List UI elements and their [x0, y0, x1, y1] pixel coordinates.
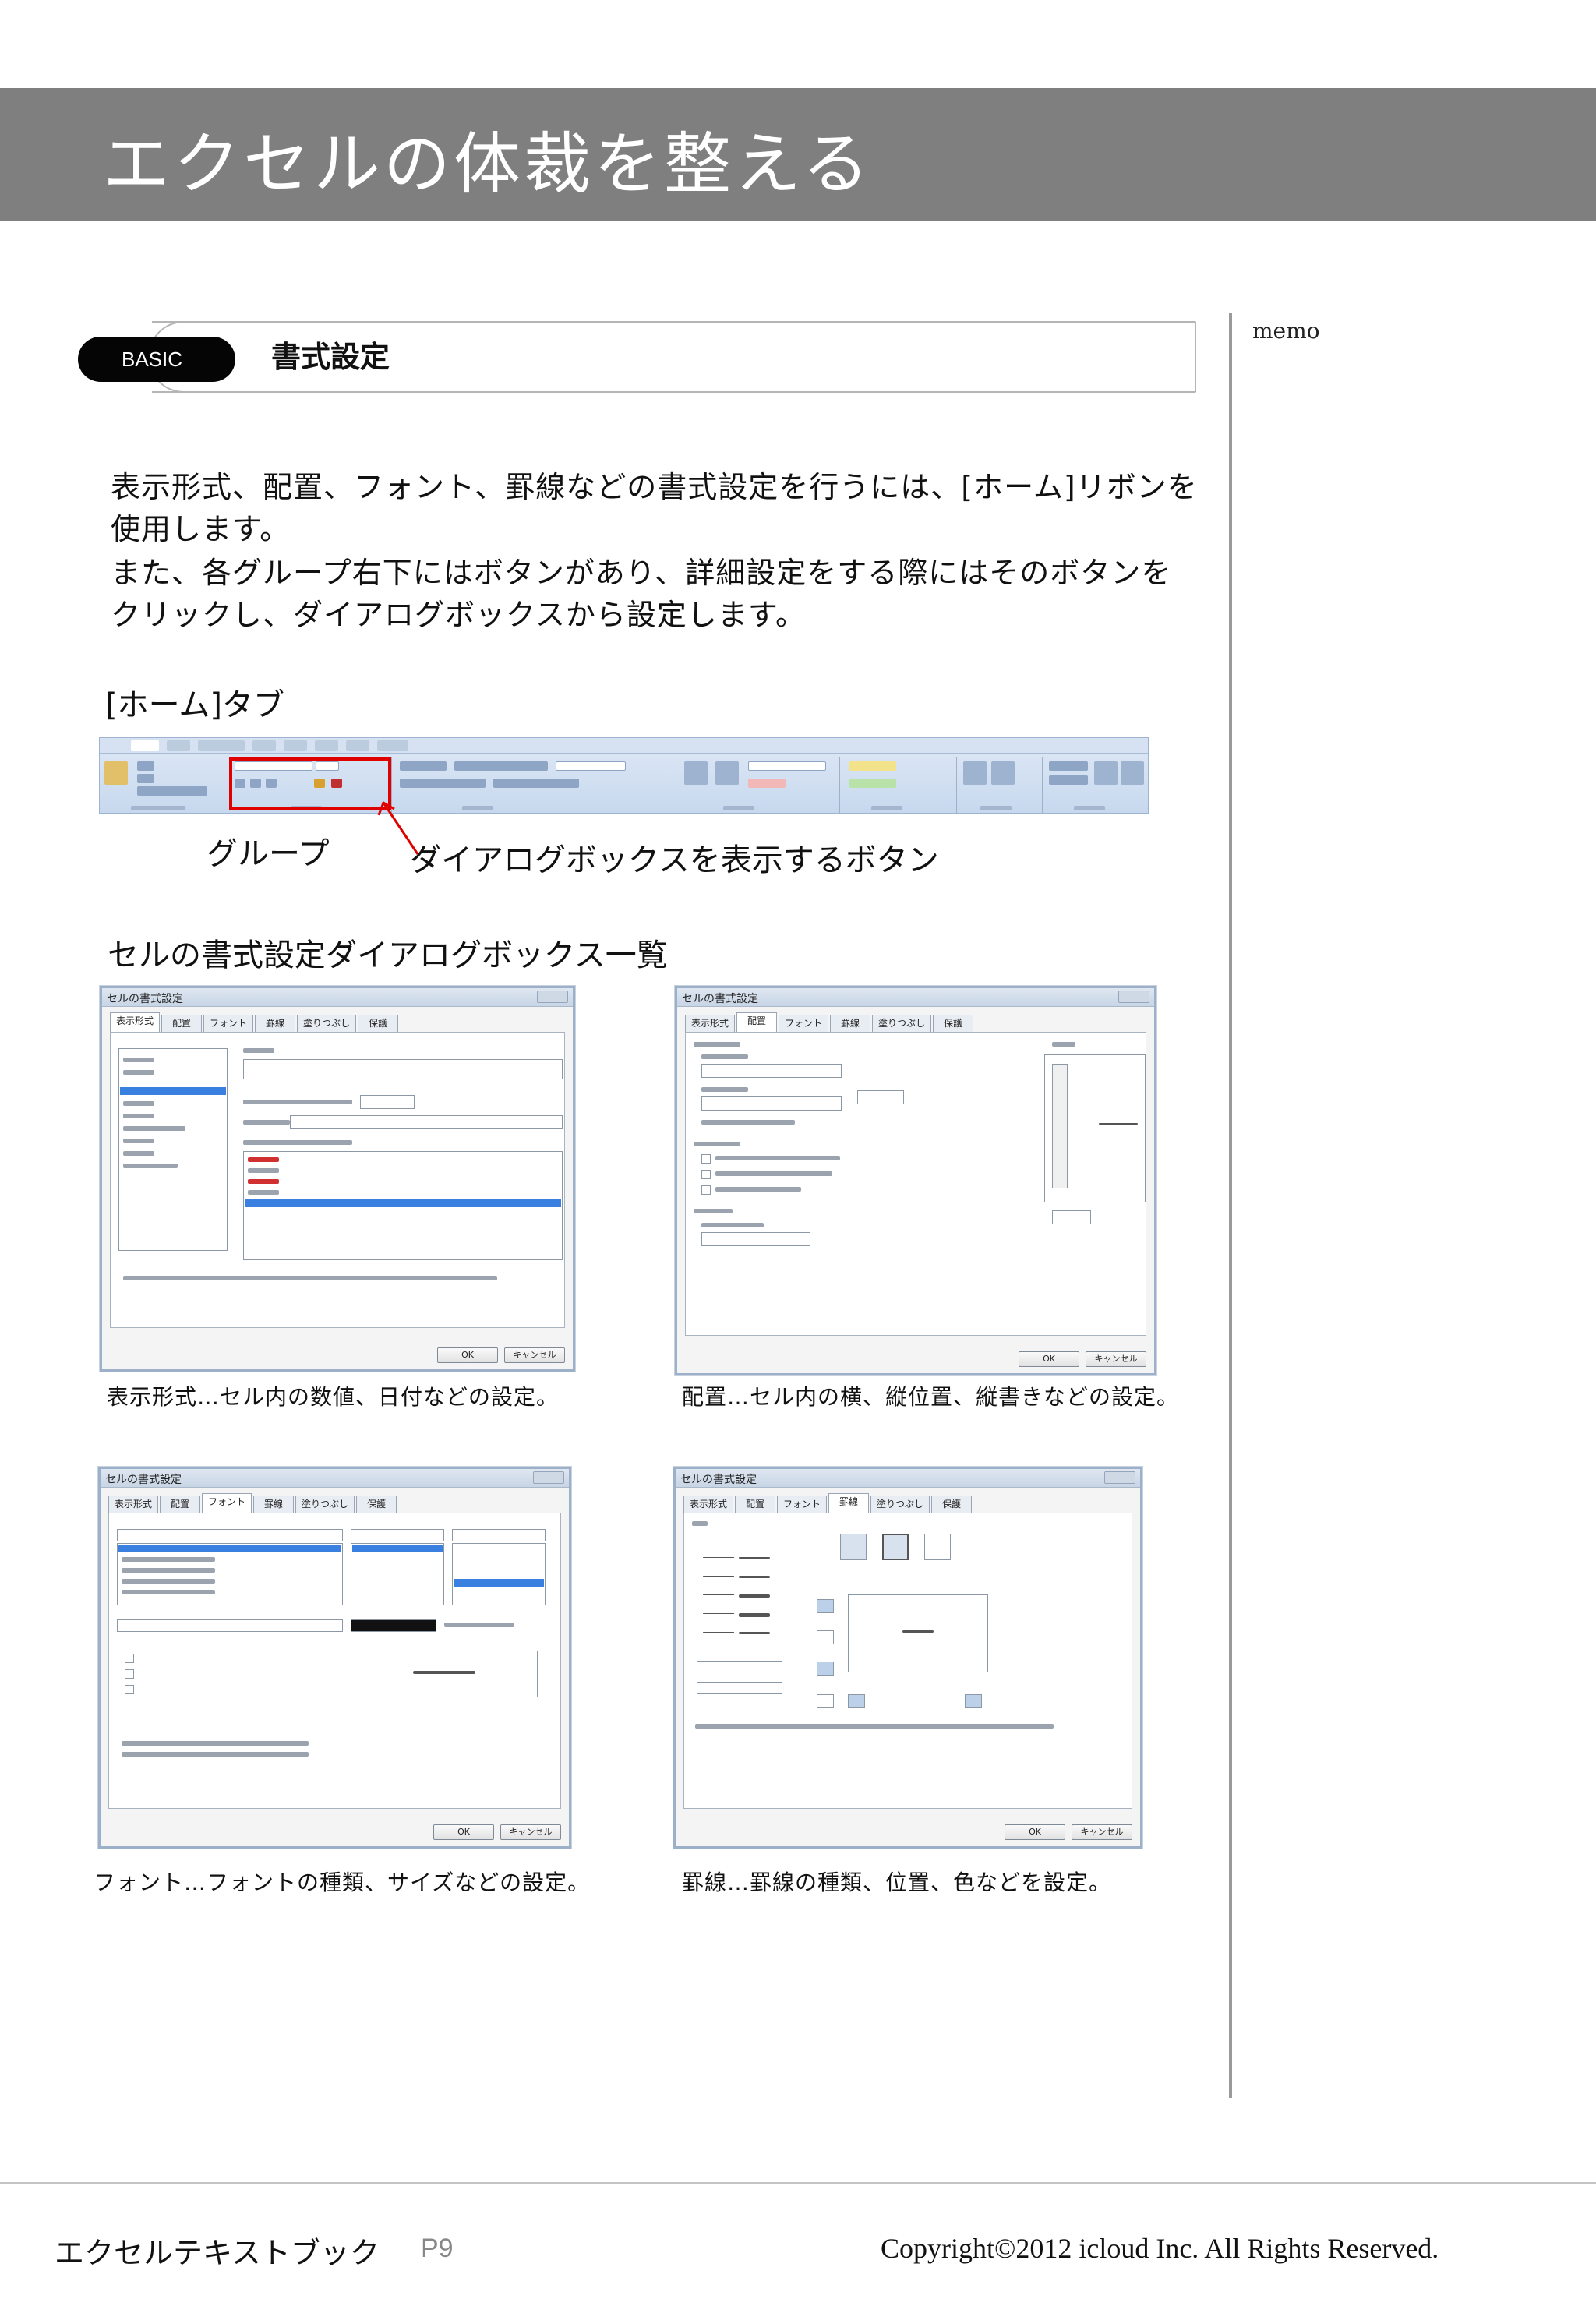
tab-alignment: 配置 — [160, 1496, 200, 1513]
tab-font: フォント — [777, 1496, 827, 1513]
font-caption: フォント…フォントの種類、サイズなどの設定。 — [94, 1870, 591, 1895]
tab-protection: 保護 — [358, 1015, 398, 1032]
tab-fill: 塗りつぶし — [872, 1015, 931, 1032]
footer-copyright: Copyright©2012 icloud Inc. All Rights Re… — [881, 2233, 1439, 2264]
font-group-highlight — [229, 757, 391, 810]
dialog-close-icon — [533, 1471, 564, 1484]
tab-font: フォント — [203, 1015, 253, 1032]
tab-font: フォント — [202, 1493, 252, 1513]
home-tab-heading: [ホーム]タブ — [105, 687, 285, 723]
tab-number: 表示形式 — [108, 1496, 158, 1513]
ok-button: OK — [1005, 1824, 1065, 1840]
tab-protection: 保護 — [356, 1496, 397, 1513]
border-dialog: セルの書式設定 表示形式 配置 フォント 罫線 塗りつぶし 保護 OK キャンセ… — [673, 1467, 1142, 1849]
cancel-button: キャンセル — [500, 1824, 561, 1840]
footer-page-number: P9 — [421, 2234, 454, 2263]
dialog-close-icon — [537, 991, 568, 1003]
number-format-dialog: セルの書式設定 表示形式 配置 フォント 罫線 塗りつぶし 保護 OK キャンセ — [100, 986, 575, 1372]
tab-protection: 保護 — [931, 1496, 972, 1513]
dialog-title: セルの書式設定 — [680, 1474, 757, 1486]
font-dialog: セルの書式設定 表示形式 配置 フォント 罫線 塗りつぶし 保護 OK キャンセ… — [98, 1467, 571, 1849]
tab-border: 罫線 — [828, 1493, 869, 1513]
ok-button: OK — [437, 1347, 498, 1363]
tab-alignment: 配置 — [736, 1012, 777, 1032]
cancel-button: キャンセル — [1086, 1351, 1146, 1367]
memo-divider — [1229, 313, 1232, 2098]
page-title: エクセルの体裁を整える — [103, 125, 873, 203]
dialog-close-icon — [1118, 991, 1149, 1003]
alignment-caption: 配置…セル内の横、縦位置、縦書きなどの設定。 — [682, 1384, 1180, 1410]
tab-alignment: 配置 — [161, 1015, 202, 1032]
tab-fill: 塗りつぶし — [295, 1496, 355, 1513]
tab-border: 罫線 — [830, 1015, 870, 1032]
intro-paragraph: 表示形式、配置、フォント、罫線などの書式設定を行うには、[ホーム]リボンを使用し… — [111, 470, 1198, 546]
ribbon-tab-strip — [100, 738, 1148, 754]
footer-rule — [0, 2182, 1596, 2184]
tab-border: 罫線 — [255, 1015, 295, 1032]
footer-book-title: エクセルテキストブック — [55, 2236, 380, 2270]
dialog-title: セルの書式設定 — [107, 993, 183, 1005]
tab-fill: 塗りつぶし — [297, 1015, 356, 1032]
memo-label: memo — [1252, 318, 1320, 344]
basic-badge: BASIC — [78, 337, 235, 382]
tab-fill: 塗りつぶし — [870, 1496, 930, 1513]
dialog-title: セルの書式設定 — [105, 1474, 182, 1486]
tab-font: フォント — [779, 1015, 828, 1032]
tab-number: 表示形式 — [683, 1496, 733, 1513]
border-caption: 罫線…罫線の種類、位置、色などを設定。 — [682, 1870, 1112, 1895]
number-format-caption: 表示形式…セル内の数値、日付などの設定。 — [107, 1384, 560, 1410]
cancel-button: キャンセル — [1072, 1824, 1132, 1840]
tab-alignment: 配置 — [735, 1496, 775, 1513]
group-label: グループ — [207, 836, 330, 872]
tab-number: 表示形式 — [685, 1015, 735, 1032]
tab-border: 罫線 — [253, 1496, 294, 1513]
dialog-launcher-label: ダイアログボックスを表示するボタン — [410, 842, 939, 878]
detail-paragraph: また、各グループ右下にはボタンがあり、詳細設定をする際にはそのボタンをクリックし… — [111, 556, 1172, 632]
tab-protection: 保護 — [933, 1015, 973, 1032]
cancel-button: キャンセル — [504, 1347, 565, 1363]
section-title: 書式設定 — [271, 340, 390, 374]
tab-number: 表示形式 — [110, 1012, 160, 1032]
alignment-dialog: セルの書式設定 表示形式 配置 フォント 罫線 塗りつぶし 保護 OK キャンセ… — [675, 986, 1156, 1375]
dialog-list-heading: セルの書式設定ダイアログボックス一覧 — [108, 938, 668, 973]
ok-button: OK — [1019, 1351, 1079, 1367]
dialog-title: セルの書式設定 — [682, 993, 758, 1005]
dialog-close-icon — [1104, 1471, 1135, 1484]
ok-button: OK — [433, 1824, 494, 1840]
